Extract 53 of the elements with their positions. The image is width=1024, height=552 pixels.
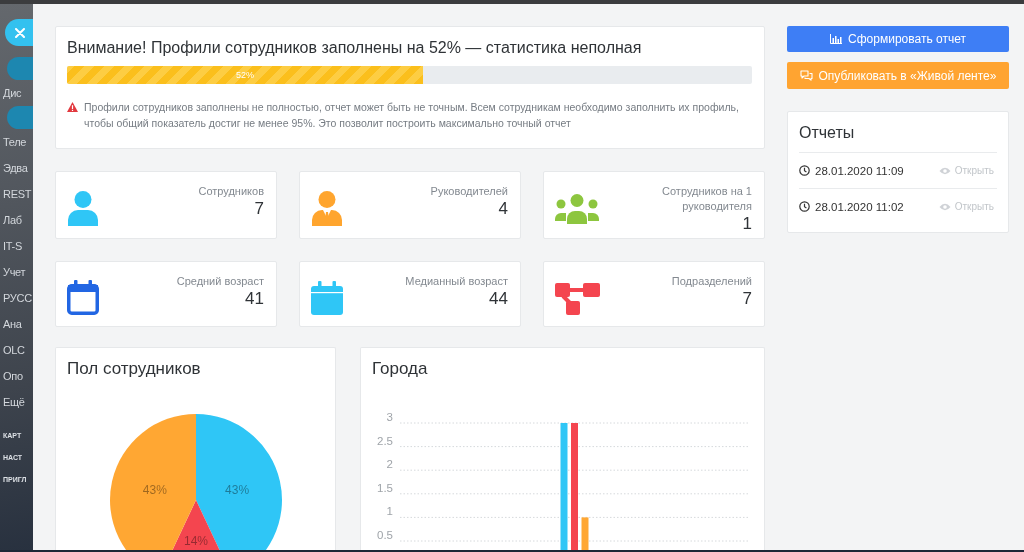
warning-title: Внимание! Профили сотрудников заполнены на 52% — статистика неполная (67, 38, 643, 58)
y-axis-tick-label: 2 (386, 458, 393, 471)
stat-value: 44 (489, 289, 508, 308)
sidebar-button[interactable] (7, 106, 33, 129)
chart-title: Пол сотрудников (66, 358, 202, 379)
chart-title: Города (371, 358, 429, 379)
stat-label: Медианный возраст (405, 274, 508, 289)
stat-value: 4 (498, 199, 508, 218)
chat-bubbles-icon (799, 70, 813, 81)
stat-value: 41 (245, 289, 264, 308)
sidebar-item[interactable]: Эдва (3, 155, 28, 181)
stat-value: 7 (254, 199, 264, 218)
sidebar-item[interactable]: Лаб (3, 207, 22, 233)
stat-label: Сотрудников на 1 руководителя (661, 184, 752, 214)
pie-slice-label: 14% (184, 534, 208, 549)
stat-label: Руководителей (430, 184, 508, 199)
sidebar-item[interactable]: Учет (3, 259, 26, 285)
y-axis-tick-label: 3 (386, 411, 393, 424)
report-date: 28.01.2020 11:09 (815, 164, 904, 177)
sidebar-item[interactable]: IT-S (3, 233, 22, 259)
warning-text: Профили сотрудников заполнены не полностью, отчет может быть не точным. Всем сотрудникам необходимо заполнить их профиль, чтобы общий показатель достиг не менее 95%. Это позволит построить максимально точный отчет (84, 100, 740, 131)
progress-label: 52% (236, 70, 255, 80)
pie-slice-label: 43% (142, 483, 167, 497)
y-axis-tick-label: 0.5 (377, 529, 393, 542)
eye-icon (938, 166, 951, 175)
sidebar-item[interactable]: Ещё (3, 389, 25, 415)
sidebar-item[interactable]: Опо (3, 363, 23, 389)
sidebar-item[interactable]: Теле (3, 129, 27, 155)
y-axis-tick-label: 2.5 (377, 434, 393, 447)
stat-label: Подразделений (671, 274, 752, 289)
sidebar-item[interactable]: REST (3, 181, 32, 207)
close-button[interactable] (5, 19, 33, 46)
stat-value: 7 (742, 289, 752, 308)
stat-value: 1 (742, 214, 752, 233)
stat-label: Средний возраст (176, 274, 264, 289)
y-axis-tick-label: 1.5 (377, 481, 393, 494)
create-report-button[interactable]: Сформировать отчет (787, 26, 1009, 52)
bar-chart-icon (830, 34, 843, 44)
sidebar-button[interactable] (7, 57, 33, 80)
sidebar-item[interactable]: OLC (3, 337, 25, 363)
stat-label: Сотрудников (198, 184, 264, 199)
y-axis-tick-label: 1 (386, 505, 393, 518)
report-date: 28.01.2020 11:02 (815, 200, 904, 213)
sidebar-item[interactable]: Ана (3, 311, 22, 337)
warning-icon (67, 102, 78, 112)
sidebar-item[interactable]: Дис (3, 80, 22, 106)
eye-icon (938, 202, 951, 211)
clock-icon (799, 165, 810, 176)
sidebar-item[interactable]: РУСС (3, 285, 32, 311)
close-icon (15, 27, 25, 38)
reports-title: Отчеты (799, 123, 856, 143)
pie-slice-label: 43% (225, 483, 250, 497)
clock-icon (799, 201, 810, 212)
